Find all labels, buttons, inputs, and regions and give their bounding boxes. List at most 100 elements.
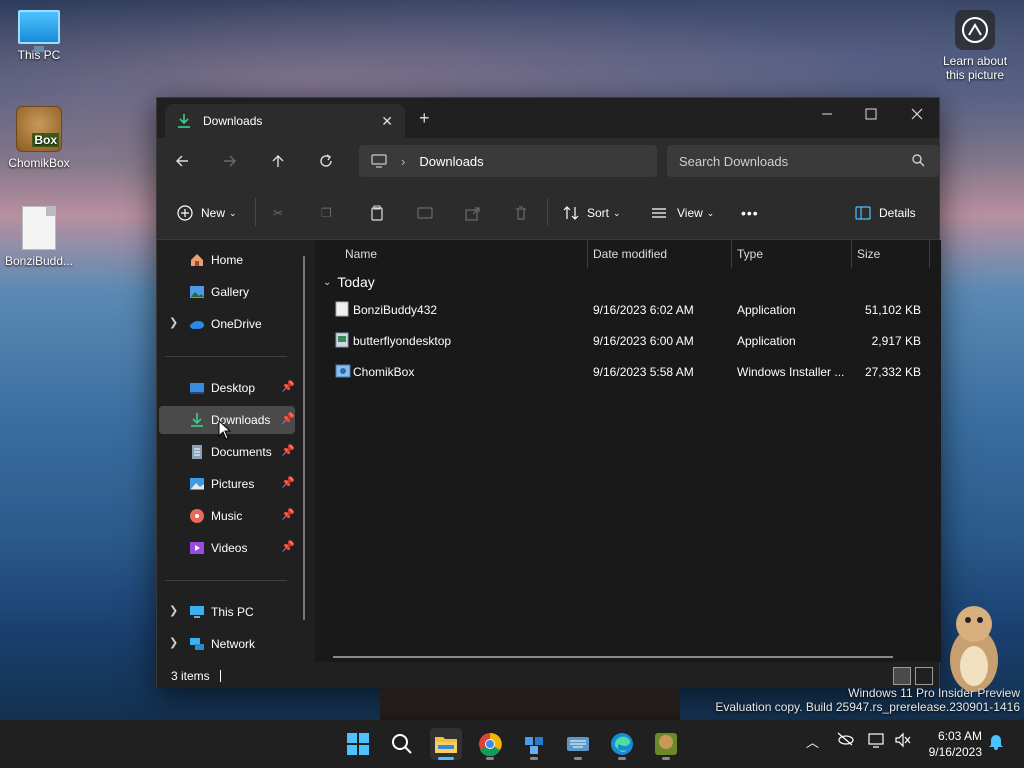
back-button[interactable]	[171, 150, 193, 172]
desktop-icon-chomikbox[interactable]: Box ChomikBox	[4, 106, 74, 170]
column-separator[interactable]	[731, 240, 732, 268]
column-header-name[interactable]: Name	[345, 240, 377, 268]
sidebar-item-gallery[interactable]: Gallery	[159, 278, 295, 306]
pin-icon[interactable]: 📌	[281, 412, 295, 425]
file-icon	[22, 206, 56, 250]
hamster-mascot	[944, 600, 1004, 696]
desktop-icon-bonzibuddy[interactable]: BonziBudd...	[4, 206, 74, 268]
navigation-pane: Home Gallery ❯ OneDrive Desktop 📌 Downlo…	[157, 240, 315, 662]
cut-icon[interactable]: ✂	[273, 202, 283, 224]
sidebar-item-label: Network	[211, 637, 256, 651]
up-button[interactable]	[267, 150, 289, 172]
file-name: BonziBuddy432	[353, 303, 438, 317]
sidebar-item-label: Documents	[211, 445, 272, 459]
pin-icon[interactable]: 📌	[281, 444, 295, 457]
close-window-button[interactable]	[905, 102, 929, 126]
rename-icon[interactable]	[417, 202, 433, 224]
sidebar-item-network[interactable]: ❯ Network	[159, 630, 295, 658]
taskbar-edge[interactable]	[606, 728, 638, 760]
column-header-type[interactable]: Type	[737, 240, 763, 268]
group-header-today[interactable]: ⌄ Today	[323, 274, 375, 290]
gallery-icon	[189, 284, 205, 300]
sidebar-item-pictures[interactable]: Pictures 📌	[159, 470, 295, 498]
hamster-app-icon	[655, 733, 677, 755]
desktop-icon-this-pc[interactable]: This PC	[4, 10, 74, 62]
system-clock[interactable]: 6:03 AM 9/16/2023	[922, 728, 982, 760]
sidebar-item-desktop[interactable]: Desktop 📌	[159, 374, 295, 402]
active-indicator	[438, 757, 454, 760]
table-row[interactable]: BonziBuddy432 9/16/2023 6:02 AM Applicat…	[315, 296, 933, 324]
tab-downloads[interactable]: Downloads ✕	[165, 104, 405, 138]
chevron-down-icon: ⌄	[613, 207, 621, 218]
desktop-icon-label: ChomikBox	[8, 156, 70, 170]
address-bar[interactable]: › Downloads	[359, 145, 657, 177]
paste-icon[interactable]	[369, 202, 385, 224]
network-icon[interactable]	[868, 732, 886, 751]
file-name: ChomikBox	[353, 365, 415, 379]
windows-logo-icon	[347, 733, 369, 755]
separator	[547, 198, 548, 226]
details-view-toggle[interactable]	[893, 667, 911, 685]
chevron-right-icon[interactable]: ❯	[169, 604, 178, 617]
column-separator[interactable]	[929, 240, 930, 268]
sidebar-item-onedrive[interactable]: ❯ OneDrive	[159, 310, 295, 338]
search-input[interactable]: Search Downloads	[667, 145, 939, 177]
clock-time: 6:03 AM	[937, 729, 982, 743]
search-icon[interactable]	[911, 153, 925, 167]
new-button[interactable]: New ⌄	[177, 202, 237, 224]
chevron-right-icon[interactable]: ❯	[169, 636, 178, 649]
onedrive-offline-icon[interactable]	[836, 732, 854, 749]
minimize-button[interactable]	[815, 102, 839, 126]
address-path[interactable]: Downloads	[419, 154, 483, 169]
pin-icon[interactable]: 📌	[281, 380, 295, 393]
details-button[interactable]: Details	[855, 202, 916, 224]
running-indicator	[530, 757, 538, 760]
start-button[interactable]	[342, 728, 374, 760]
sidebar-item-label: Videos	[211, 541, 248, 555]
hamster-app-icon: Box	[16, 106, 62, 152]
pin-icon[interactable]: 📌	[281, 476, 295, 489]
title-bar: Downloads ✕ +	[157, 98, 939, 138]
column-header-size[interactable]: Size	[857, 240, 880, 268]
taskbar-app-puzzle[interactable]	[518, 728, 550, 760]
taskbar-file-explorer[interactable]	[430, 728, 462, 760]
sort-button[interactable]: Sort ⌄	[563, 202, 621, 224]
table-row[interactable]: ChomikBox 9/16/2023 5:58 AM Windows Inst…	[315, 358, 933, 386]
taskbar-chrome[interactable]	[474, 728, 506, 760]
refresh-button[interactable]	[315, 150, 337, 172]
learn-about-picture[interactable]: Learn about this picture	[938, 10, 1012, 82]
new-tab-button[interactable]: +	[419, 108, 430, 129]
close-tab-icon[interactable]: ✕	[381, 113, 393, 130]
column-separator[interactable]	[851, 240, 852, 268]
music-icon	[189, 508, 205, 524]
taskbar-keyboard-app[interactable]	[562, 728, 594, 760]
separator	[165, 356, 287, 357]
pin-icon[interactable]: 📌	[281, 540, 295, 553]
sidebar-item-videos[interactable]: Videos 📌	[159, 534, 295, 562]
sidebar-scrollbar[interactable]	[303, 256, 305, 620]
column-header-date-modified[interactable]: Date modified	[593, 240, 667, 268]
delete-icon[interactable]	[513, 202, 529, 224]
sidebar-item-home[interactable]: Home	[159, 246, 295, 274]
search-button[interactable]	[386, 728, 418, 760]
pin-icon[interactable]: 📌	[281, 508, 295, 521]
share-icon[interactable]	[465, 202, 481, 224]
horizontal-scrollbar[interactable]	[333, 656, 893, 658]
folder-icon	[435, 737, 457, 753]
copy-icon[interactable]: ❐	[321, 202, 332, 224]
more-options-button[interactable]: •••	[741, 202, 759, 224]
sidebar-item-label: Gallery	[211, 285, 250, 299]
chevron-right-icon[interactable]: ❯	[169, 316, 178, 329]
sidebar-item-music[interactable]: Music 📌	[159, 502, 295, 530]
chevron-up-icon[interactable]: ︿	[806, 732, 819, 751]
volume-muted-icon[interactable]	[894, 732, 912, 751]
table-row[interactable]: butterflyondesktop 9/16/2023 6:00 AM App…	[315, 327, 933, 355]
column-separator[interactable]	[587, 240, 588, 268]
taskbar-chomikbox[interactable]	[650, 728, 682, 760]
notification-bell-icon[interactable]	[988, 732, 1004, 753]
maximize-button[interactable]	[859, 102, 883, 126]
forward-button[interactable]	[219, 150, 241, 172]
view-button[interactable]: View ⌄	[651, 202, 714, 224]
sidebar-item-this-pc[interactable]: ❯ This PC	[159, 598, 295, 626]
tiles-view-toggle[interactable]	[915, 667, 933, 685]
